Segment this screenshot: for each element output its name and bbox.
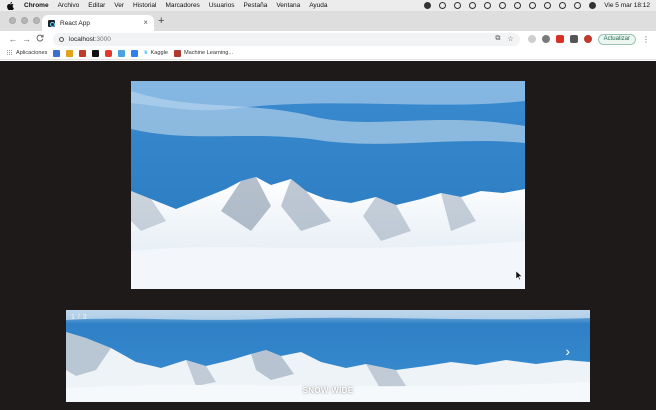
extensions-area: Actualizar ⋮	[527, 33, 650, 45]
menu-editar[interactable]: Editar	[88, 2, 105, 9]
menu-historial[interactable]: Historial	[133, 2, 156, 9]
bookmark-black-icon	[92, 49, 100, 57]
bookmark-3[interactable]	[79, 49, 87, 57]
menu-marcadores[interactable]: Marcadores	[165, 2, 199, 9]
maximize-window-button[interactable]	[33, 17, 40, 24]
macos-menu-bar: Chrome Archivo Editar Ver Historial Marc…	[0, 0, 656, 11]
bookmark-2[interactable]	[66, 49, 74, 57]
bookmark-7[interactable]	[131, 49, 139, 57]
reload-icon	[36, 34, 44, 42]
page-content: 1 / 3 › SNOW WIDE	[0, 61, 656, 410]
battery-icon[interactable]	[529, 2, 537, 9]
site-info-icon[interactable]	[58, 36, 64, 42]
bookmark-blue-icon	[53, 49, 61, 57]
extension-dark-icon[interactable]	[541, 35, 550, 43]
time-machine-icon[interactable]	[484, 2, 492, 9]
status-area: Vie 5 mar 18:12	[424, 2, 650, 9]
focus-icon[interactable]	[439, 2, 447, 9]
puzzle-icon[interactable]	[569, 35, 578, 43]
bluetooth-icon[interactable]	[514, 2, 522, 9]
bookmark-6[interactable]	[118, 49, 126, 57]
forward-button[interactable]: →	[20, 34, 34, 44]
bookmark-apps-label: Aplicaciones	[16, 50, 48, 56]
bookmark-yellow-icon	[66, 49, 74, 57]
bookmark-4[interactable]	[92, 49, 100, 57]
machine-learning-icon	[173, 49, 181, 57]
bookmarks-bar: Aplicaciones k Kaggle Machine Learning..…	[0, 47, 656, 60]
menu-clock[interactable]: Vie 5 mar 18:12	[604, 2, 650, 9]
omnibox-actions: ⧉ ☆	[495, 35, 513, 43]
apps-grid-icon	[7, 50, 13, 56]
volume-icon[interactable]	[499, 2, 507, 9]
menu-ayuda[interactable]: Ayuda	[309, 2, 327, 9]
bookmark-1[interactable]	[53, 49, 61, 57]
mountain-photo	[131, 81, 525, 289]
next-slide-button[interactable]: ›	[565, 344, 570, 358]
hero-image	[131, 81, 525, 289]
menu-usuarios[interactable]: Usuarios	[209, 2, 235, 9]
back-button[interactable]: ←	[6, 34, 20, 44]
mouse-cursor-icon	[516, 271, 522, 280]
bookmark-azure-icon	[131, 49, 139, 57]
control-center-icon[interactable]	[574, 2, 582, 9]
close-window-button[interactable]	[9, 17, 16, 24]
menu-archivo[interactable]: Archivo	[58, 2, 80, 9]
bookmark-kaggle-label: Kaggle	[150, 50, 168, 56]
search-icon[interactable]	[559, 2, 567, 9]
tab-react-app[interactable]: React App ×	[42, 15, 154, 31]
address-bar[interactable]: localhost:3000 ⧉ ☆	[52, 32, 520, 46]
menu-app-name[interactable]: Chrome	[24, 2, 49, 9]
tab-close-button[interactable]: ×	[143, 19, 148, 27]
bookmark-ml-label: Machine Learning...	[183, 50, 234, 56]
bookmark-machine-learning[interactable]: Machine Learning...	[173, 49, 234, 57]
image-carousel[interactable]: 1 / 3 › SNOW WIDE	[66, 310, 590, 402]
browser-toolbar: ← → localhost:3000 ⧉ ☆ Actualizar ⋮	[0, 31, 656, 47]
slide-counter: 1 / 3	[71, 314, 88, 321]
tab-strip: React App × +	[0, 11, 656, 31]
translate-icon[interactable]: ⧉	[495, 35, 500, 43]
kaggle-icon: k	[144, 50, 148, 56]
slide-caption: SNOW WIDE	[302, 386, 354, 395]
tab-title: React App	[60, 19, 90, 27]
update-button[interactable]: Actualizar	[597, 33, 636, 45]
new-tab-button[interactable]: +	[158, 16, 164, 27]
bookmark-red-icon	[79, 49, 87, 57]
apple-icon[interactable]	[6, 1, 14, 10]
bookmark-cyan-icon	[118, 49, 126, 57]
menu-ventana[interactable]: Ventana	[276, 2, 300, 9]
play-icon[interactable]	[454, 2, 462, 9]
bookmark-youtube-icon	[105, 49, 113, 57]
menu-pestana[interactable]: Pestaña	[243, 2, 267, 9]
url-port: :3000	[94, 35, 111, 43]
minimize-window-button[interactable]	[21, 17, 28, 24]
bookmark-5[interactable]	[105, 49, 113, 57]
record-icon[interactable]	[424, 2, 432, 9]
chrome-menu-button[interactable]: ⋮	[642, 35, 650, 44]
reload-button[interactable]	[33, 34, 47, 44]
sync-icon[interactable]	[469, 2, 477, 9]
url-host: localhost	[68, 35, 95, 43]
bookmark-apps[interactable]: Aplicaciones	[7, 50, 47, 56]
wifi-icon[interactable]	[544, 2, 552, 9]
window-controls	[9, 17, 40, 24]
bookmark-star-icon[interactable]: ☆	[507, 35, 513, 43]
react-favicon-icon	[48, 19, 55, 27]
bookmark-kaggle[interactable]: k Kaggle	[144, 50, 168, 56]
menu-ver[interactable]: Ver	[114, 2, 124, 9]
profile-avatar[interactable]	[583, 35, 592, 43]
url-text[interactable]: localhost:3000	[69, 36, 111, 43]
extension-icon[interactable]	[527, 35, 536, 43]
extension-red-icon[interactable]	[555, 35, 564, 43]
user-icon[interactable]	[589, 2, 597, 9]
